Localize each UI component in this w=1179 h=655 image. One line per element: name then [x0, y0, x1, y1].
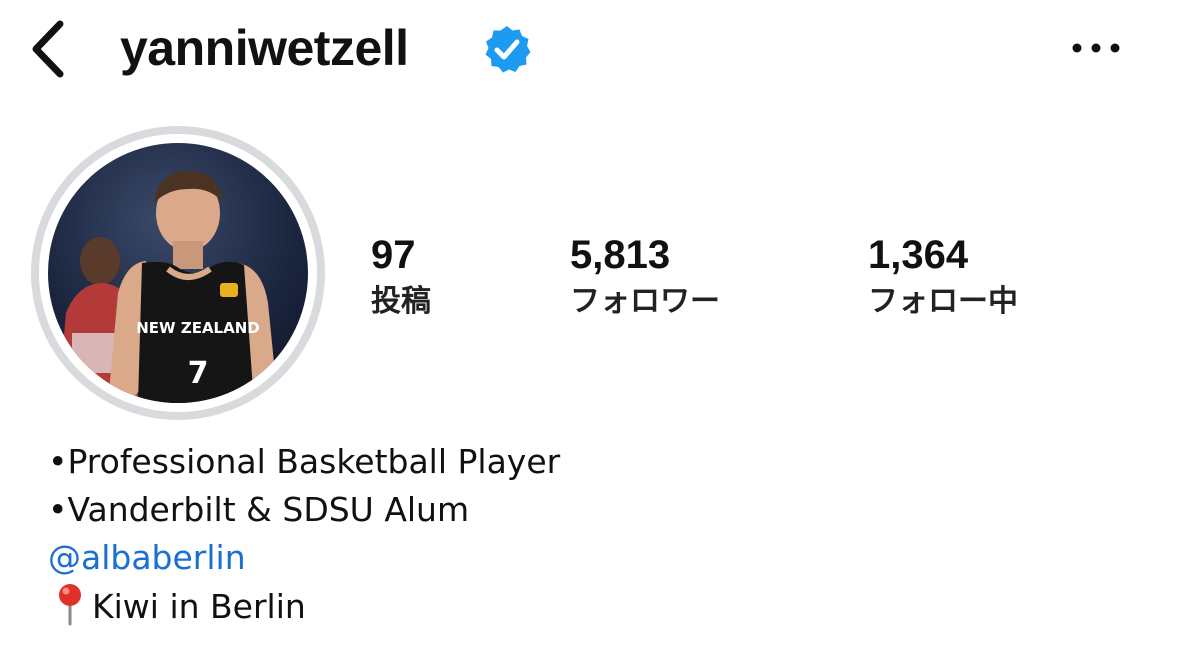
profile-bio: •Professional Basketball Player •Vanderb…: [48, 438, 560, 631]
profile-username: yanniwetzell: [120, 20, 409, 76]
profile-photo: NEW ZEALAND 7: [48, 143, 308, 403]
back-button[interactable]: [18, 14, 78, 84]
following-count[interactable]: 1,364 フォロー中: [868, 232, 1018, 322]
followers-count[interactable]: 5,813 フォロワー: [570, 232, 720, 322]
pushpin-icon: [59, 584, 81, 626]
bio-line-profession: •Professional Basketball Player: [48, 442, 561, 481]
posts-number: 97: [371, 233, 416, 277]
svg-text:NEW ZEALAND: NEW ZEALAND: [136, 319, 259, 337]
profile-header: yanniwetzell: [0, 0, 1179, 100]
bio-line-location: Kiwi in Berlin: [48, 582, 560, 631]
bio-line-education: •Vanderbilt & SDSU Alum: [48, 490, 470, 529]
more-horizontal-icon: [1072, 43, 1120, 53]
verified-badge-icon: [485, 26, 531, 73]
following-label: フォロー中: [868, 284, 1018, 319]
location-text: Kiwi in Berlin: [92, 587, 306, 626]
posts-label: 投稿: [371, 284, 431, 319]
posts-count[interactable]: 97 投稿: [371, 232, 431, 322]
svg-text:7: 7: [188, 356, 209, 391]
chevron-left-icon: [32, 20, 64, 78]
mention-link[interactable]: @albaberlin: [48, 534, 560, 582]
avatar-ring[interactable]: NEW ZEALAND 7: [31, 126, 325, 420]
followers-label: フォロワー: [570, 284, 720, 319]
more-options-button[interactable]: [1064, 26, 1128, 70]
following-number: 1,364: [868, 233, 969, 277]
avatar[interactable]: NEW ZEALAND 7: [48, 143, 308, 403]
followers-number: 5,813: [570, 233, 671, 277]
